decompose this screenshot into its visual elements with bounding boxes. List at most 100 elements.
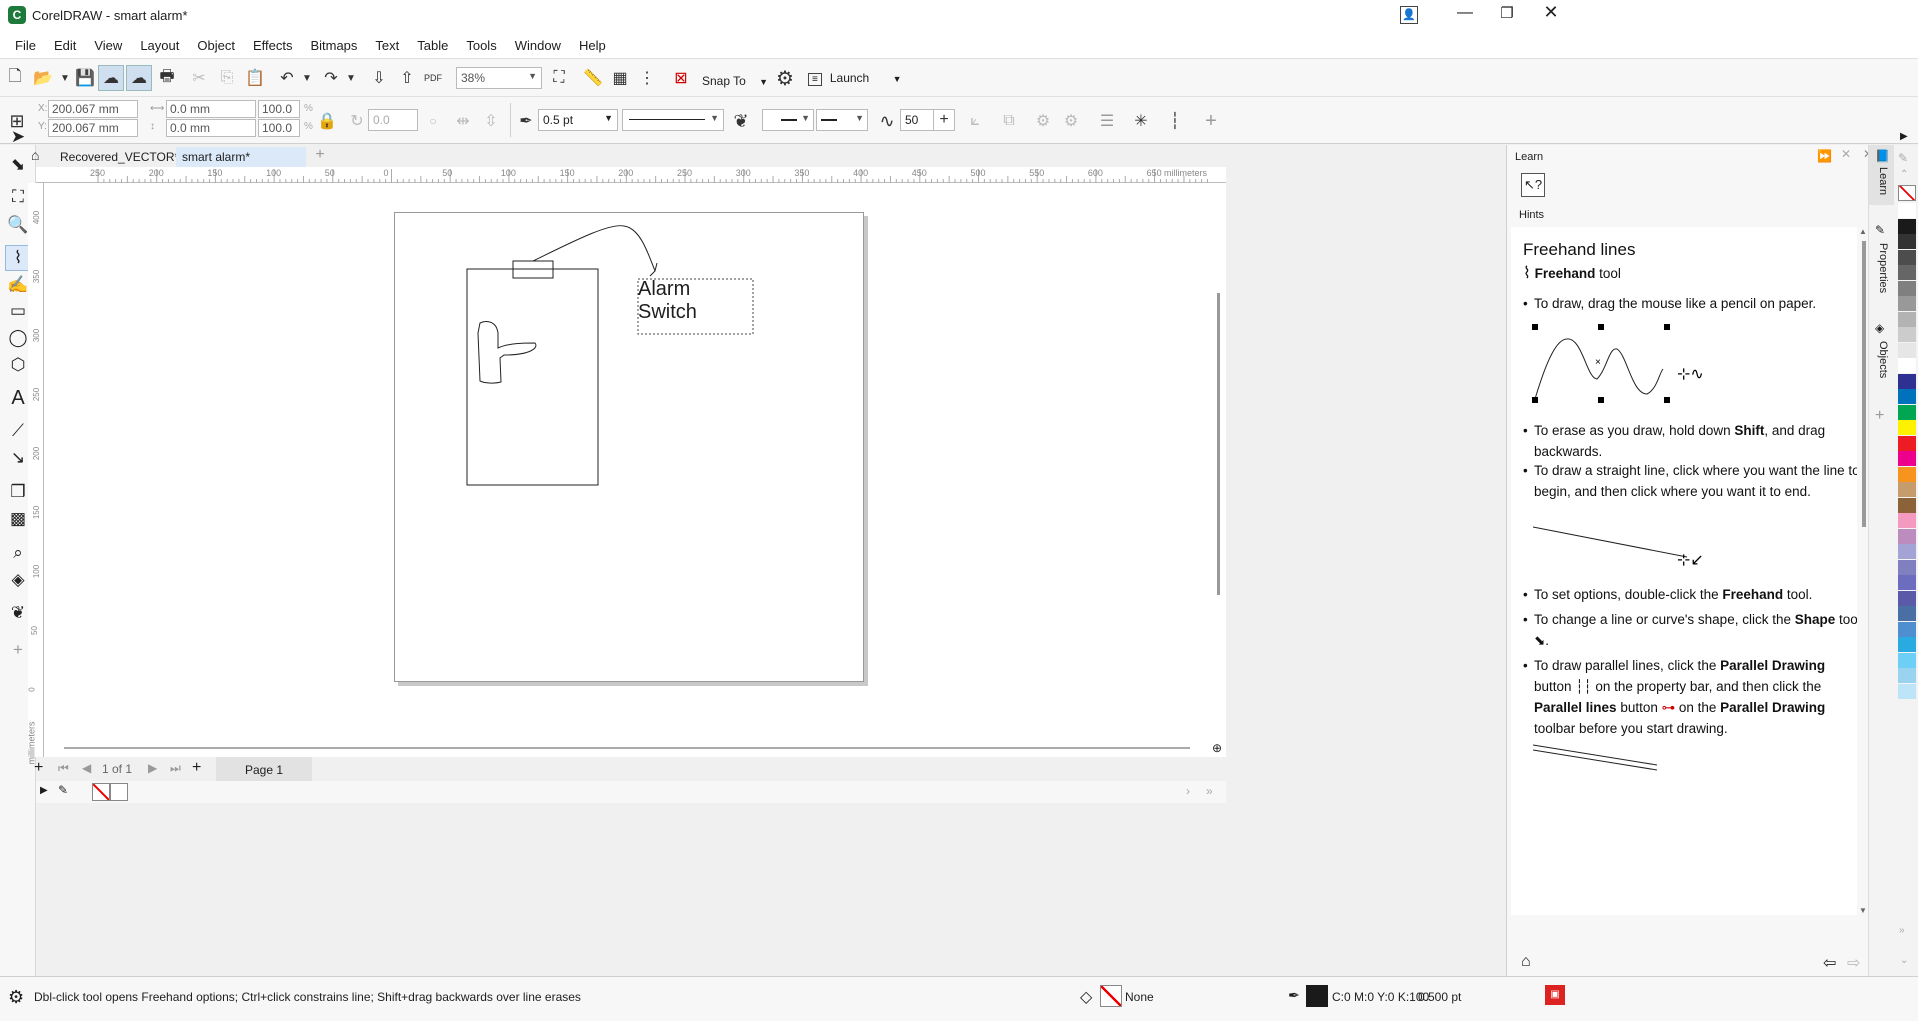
palette-swatch[interactable] <box>1898 513 1916 528</box>
docker-tab-objects[interactable]: ◈ Objects <box>1869 321 1895 401</box>
bounding-box-icon[interactable]: ⧉ <box>996 108 1022 134</box>
learn-back-icon[interactable]: ⇦ <box>1823 953 1836 973</box>
drawing-canvas[interactable]: Alarm Switch <box>44 183 1226 757</box>
scroll-up-icon[interactable]: ▲ <box>1859 227 1867 236</box>
horizontal-scrollbar[interactable] <box>64 747 1190 749</box>
x-position-field[interactable]: 200.067 mm <box>48 100 138 118</box>
palette-swatch[interactable] <box>1898 296 1916 311</box>
add-page-end-icon[interactable]: + <box>192 759 201 777</box>
palette-eyedropper-icon[interactable]: ✎ <box>58 783 68 797</box>
outline-width-select[interactable]: 0.5 pt ▼ <box>538 109 618 131</box>
menu-object[interactable]: Object <box>197 38 235 53</box>
grid-icon[interactable]: ▦ <box>607 65 633 91</box>
page-tab[interactable]: Page 1 <box>216 757 312 781</box>
line-style-select[interactable]: ▼ <box>622 109 724 131</box>
fill-icon[interactable]: ◇ <box>1080 987 1092 1007</box>
import-icon[interactable]: ⇩ <box>366 65 392 91</box>
palette-swatch[interactable] <box>1898 466 1916 482</box>
palette-swatch[interactable] <box>1898 311 1916 327</box>
docker-menu-icon[interactable]: ✕ <box>1841 147 1851 161</box>
menu-file[interactable]: File <box>15 38 36 53</box>
y-position-field[interactable]: 200.067 mm <box>48 119 138 137</box>
palette-swatch[interactable] <box>1898 575 1916 590</box>
palette-swatch[interactable] <box>1898 420 1916 435</box>
palette-swatch[interactable] <box>1898 451 1916 466</box>
account-icon[interactable]: 👤 <box>1400 6 1418 24</box>
doc-tab-smart-alarm[interactable]: smart alarm* <box>176 147 306 167</box>
palette-swatch[interactable] <box>1898 559 1916 575</box>
rulers-icon[interactable]: 📏 <box>580 65 606 91</box>
menu-edit[interactable]: Edit <box>54 38 76 53</box>
doc-tab-recovered[interactable]: Recovered_VECTOR* <box>54 147 194 167</box>
lock-ratio-icon[interactable]: 🔒 <box>314 108 340 134</box>
add-icon[interactable]: + <box>1198 108 1224 134</box>
menu-help[interactable]: Help <box>579 38 606 53</box>
last-page-icon[interactable]: ⏭ <box>170 761 181 776</box>
menu-window[interactable]: Window <box>515 38 561 53</box>
learn-home-icon[interactable]: ⌂ <box>1521 953 1531 971</box>
rotation-center-icon[interactable]: ○ <box>420 108 446 134</box>
width-field[interactable]: 0.0 mm <box>166 100 256 118</box>
rotation-field[interactable]: 0.0 <box>368 109 418 131</box>
palette-swatch[interactable] <box>1898 234 1916 249</box>
docker-tab-properties[interactable]: ✎ Properties <box>1869 223 1895 303</box>
palette-scroll-end-icon[interactable]: » <box>1206 784 1213 798</box>
snap-off-icon[interactable]: ⊠ <box>668 65 694 91</box>
scale-x-field[interactable]: 100.0 <box>258 100 300 118</box>
add-tab-button[interactable]: + <box>310 146 330 166</box>
copy-icon[interactable]: ⎘ <box>214 65 240 91</box>
save-icon[interactable]: 💾 <box>72 65 98 91</box>
mirror-horizontal-icon[interactable]: ⇹ <box>450 108 476 134</box>
trim-icon[interactable]: ⚙ <box>1058 108 1084 134</box>
scroll-down-icon[interactable]: ▼ <box>1859 906 1867 915</box>
publish-pdf-icon[interactable]: PDF <box>420 65 446 91</box>
export-icon[interactable]: ⇧ <box>394 65 420 91</box>
snap-to-dropdown[interactable]: Snap To ▼ <box>702 74 768 88</box>
palette-scroll-down-icon[interactable]: ⌄ <box>1900 955 1908 966</box>
menu-effects[interactable]: Effects <box>253 38 293 53</box>
palette-swatch[interactable] <box>1898 606 1916 621</box>
palette-more-icon[interactable]: » <box>1899 925 1905 936</box>
expand-palette-icon[interactable]: ▶ <box>40 785 48 796</box>
outline-pen-icon[interactable]: ✒ <box>1288 987 1300 1004</box>
maximize-button[interactable]: ❐ <box>1492 4 1522 26</box>
fill-swatch[interactable] <box>1100 985 1122 1007</box>
palette-swatch[interactable] <box>1898 218 1916 234</box>
close-curve-icon[interactable]: ⟀ <box>962 108 988 134</box>
full-screen-icon[interactable]: ⛶ <box>546 65 572 91</box>
home-icon[interactable]: ⌂ <box>31 147 47 163</box>
menu-bitmaps[interactable]: Bitmaps <box>310 38 357 53</box>
menu-tools[interactable]: Tools <box>466 38 496 53</box>
white-swatch[interactable] <box>110 783 128 801</box>
palette-scroll-up-icon[interactable]: ⌃ <box>1900 169 1908 180</box>
end-arrow-select[interactable]: ▼ <box>816 109 868 131</box>
hints-icon[interactable]: ↖? <box>1521 173 1545 197</box>
close-button[interactable]: ✕ <box>1536 2 1566 26</box>
palette-swatch[interactable] <box>1898 528 1916 544</box>
cloud-upload-icon[interactable]: ☁ <box>98 65 124 91</box>
alarm-label-line2[interactable]: Switch <box>638 301 697 323</box>
prev-page-icon[interactable]: ◀ <box>82 761 91 775</box>
add-docker-icon[interactable]: + <box>1875 407 1884 425</box>
parallel-drawing-icon[interactable]: ┆ <box>1162 108 1188 134</box>
scale-y-field[interactable]: 100.0 <box>258 119 300 137</box>
cloud-download-icon[interactable]: ☁ <box>126 65 152 91</box>
paste-icon[interactable]: 📋 <box>242 65 268 91</box>
zoom-fit-icon[interactable]: ⊕ <box>1212 741 1222 755</box>
palette-swatch[interactable] <box>1898 668 1916 683</box>
horizontal-ruler[interactable]: millimeters 250 200 150 100 50 0 50 100 150 200 25… <box>36 167 1226 183</box>
palette-swatch[interactable] <box>1898 327 1916 342</box>
palette-swatch[interactable] <box>1898 590 1916 606</box>
launch-dropdown[interactable]: ≡ Launch ▼ <box>808 71 901 86</box>
vertical-ruler[interactable]: 400 350 300 250 200 150 100 50 0 millimeters <box>27 183 44 765</box>
palette-swatch[interactable] <box>1898 497 1916 513</box>
palette-swatch[interactable] <box>1898 342 1916 358</box>
outline-pen-icon[interactable]: ✒ <box>513 108 539 134</box>
calligraphic-icon[interactable]: ❦ <box>728 108 754 134</box>
palette-swatch[interactable] <box>1898 544 1916 559</box>
palette-scroll-right-icon[interactable]: › <box>1186 784 1190 798</box>
dynamic-guides-icon[interactable]: ✳ <box>1128 108 1154 134</box>
cut-icon[interactable]: ✂ <box>186 65 212 91</box>
new-document-icon[interactable]: 🗋 <box>2 65 28 91</box>
drawing-content[interactable] <box>44 183 1226 757</box>
